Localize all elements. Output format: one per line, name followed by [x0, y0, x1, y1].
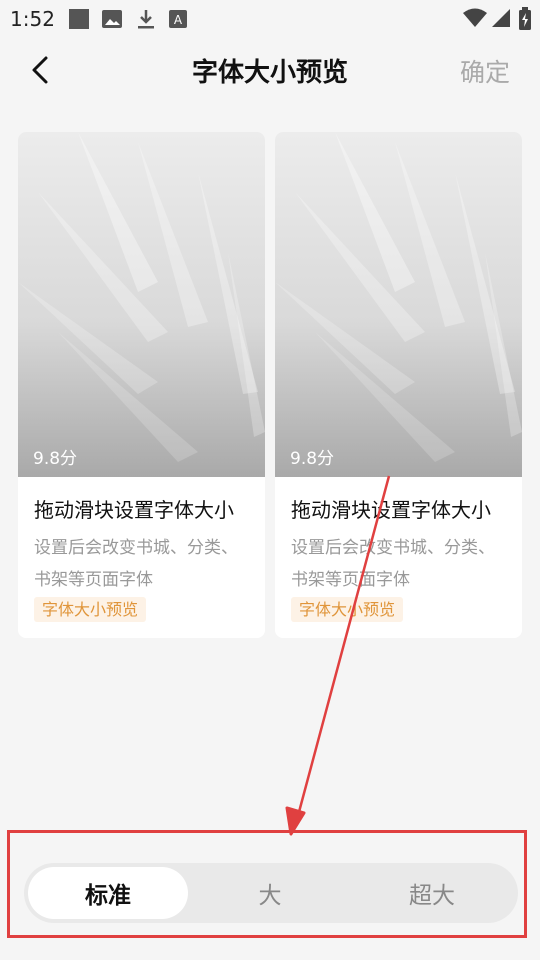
card-description: 设置后会改变书城、分类、书架等页面字体	[291, 538, 495, 590]
header: 字体大小预览 确定	[0, 40, 540, 100]
preview-card[interactable]: 9.8分 拖动滑块设置字体大小 设置后会改变书城、分类、书架等页面字体 字体大小…	[18, 132, 265, 638]
card-cover-image: 9.8分	[18, 132, 265, 477]
card-cover-image: 9.8分	[275, 132, 522, 477]
status-time: 1:52	[10, 7, 55, 31]
wifi-icon	[462, 7, 488, 33]
card-title: 拖动滑块设置字体大小	[291, 498, 491, 522]
card-description: 设置后会改变书城、分类、书架等页面字体	[34, 538, 238, 590]
card-tag: 字体大小预览	[34, 597, 147, 622]
preview-cards: 9.8分 拖动滑块设置字体大小 设置后会改变书城、分类、书架等页面字体 字体大小…	[18, 132, 522, 638]
image-icon	[101, 8, 123, 34]
preview-card[interactable]: 9.8分 拖动滑块设置字体大小 设置后会改变书城、分类、书架等页面字体 字体大小…	[275, 132, 522, 638]
annotation-highlight-box	[7, 830, 527, 938]
svg-text:A: A	[174, 13, 183, 27]
card-score: 9.8分	[33, 449, 78, 469]
font-a-icon: A	[168, 8, 188, 34]
battery-icon	[518, 7, 532, 35]
card-tag: 字体大小预览	[291, 597, 404, 622]
status-bar: 1:52 A	[0, 0, 540, 36]
confirm-button[interactable]: 确定	[460, 53, 510, 89]
signal-icon	[490, 7, 512, 33]
card-title: 拖动滑块设置字体大小	[34, 498, 234, 522]
download-icon	[135, 8, 157, 34]
square-icon	[68, 8, 90, 34]
card-score: 9.8分	[290, 449, 335, 469]
